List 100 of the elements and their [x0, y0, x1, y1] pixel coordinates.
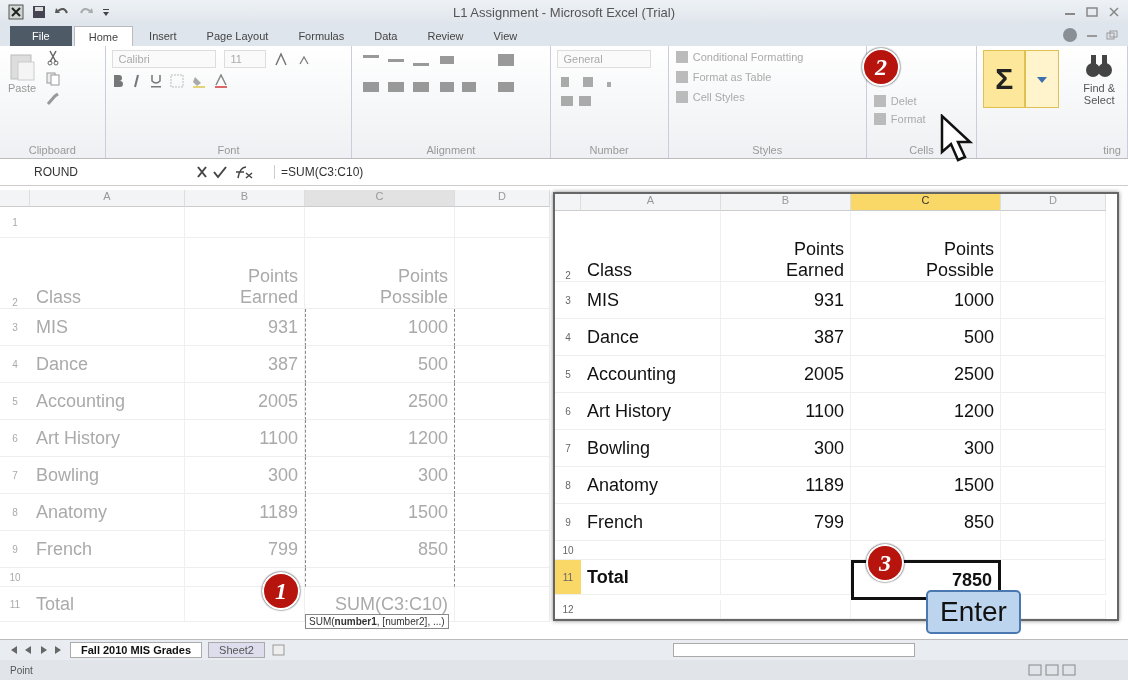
row-header[interactable]: 2 [0, 238, 30, 309]
column-header[interactable]: C [851, 194, 1001, 211]
underline-icon[interactable] [149, 74, 162, 88]
row-header[interactable]: 11 [0, 587, 30, 622]
table-cell: 850 [305, 531, 455, 568]
font-color-icon[interactable] [213, 74, 228, 88]
row-header[interactable]: 6 [555, 393, 581, 430]
italic-icon[interactable] [131, 74, 142, 88]
column-header[interactable]: C [305, 190, 455, 207]
table-cell: Class [581, 211, 721, 282]
table-cell: 500 [305, 346, 455, 383]
restore-icon[interactable] [1106, 30, 1118, 40]
table-cell: 1500 [851, 467, 1001, 504]
autosum-button[interactable]: Σ [983, 50, 1026, 108]
name-box[interactable]: ROUND [4, 165, 184, 179]
table-cell: French [581, 504, 721, 541]
cells-menu-button[interactable]: Format [872, 112, 926, 126]
table-cell: 1100 [721, 393, 851, 430]
enter-key-label: Enter [926, 590, 1021, 634]
maximize-icon[interactable] [1086, 7, 1098, 17]
copy-icon[interactable] [46, 72, 63, 86]
step-badge: 1 [262, 572, 300, 610]
font-name-field[interactable]: Calibri [111, 50, 216, 68]
styles-menu-button[interactable]: Conditional Formatting [674, 50, 804, 64]
cut-icon[interactable] [46, 50, 61, 66]
row-header[interactable]: 12 [555, 600, 581, 619]
brush-icon[interactable] [46, 92, 61, 106]
row-header[interactable]: 3 [555, 282, 581, 319]
customize-toolbar-icon[interactable] [102, 7, 110, 17]
table-cell: 1200 [851, 393, 1001, 430]
ribbon-tab[interactable]: Review [413, 26, 478, 46]
row-header[interactable]: 6 [0, 420, 30, 457]
new-sheet-icon[interactable] [270, 643, 287, 657]
table-cell: French [30, 531, 185, 568]
column-header[interactable]: D [455, 190, 550, 207]
select-all-corner[interactable] [555, 194, 581, 211]
row-header[interactable]: 2 [555, 211, 581, 282]
row-header[interactable]: 7 [555, 430, 581, 467]
table-cell: 1100 [185, 420, 305, 457]
font-size-field[interactable]: 11 [223, 50, 266, 68]
horizontal-scrollbar[interactable] [672, 643, 915, 657]
row-header[interactable]: 9 [555, 504, 581, 541]
column-header[interactable]: B [721, 194, 851, 211]
row-header[interactable]: 8 [0, 494, 30, 531]
row-header[interactable]: 10 [0, 568, 30, 587]
table-cell: Total [30, 587, 185, 622]
table-cell: Class [30, 238, 185, 309]
group-label: Number [588, 144, 630, 156]
fill-color-icon[interactable] [191, 74, 206, 88]
table-cell: 1189 [185, 494, 305, 531]
table-cell: 2005 [185, 383, 305, 420]
row-header[interactable]: 11 [555, 560, 581, 595]
ribbon-tab[interactable]: Page Layout [192, 26, 283, 46]
number-format-field[interactable]: General [556, 50, 651, 68]
row-header[interactable]: 4 [0, 346, 30, 383]
column-header[interactable]: B [185, 190, 305, 207]
styles-menu-button[interactable]: Cell Styles [674, 90, 745, 104]
table-cell: MIS [30, 309, 185, 346]
ribbon-tab[interactable]: Data [360, 26, 412, 46]
ribbon-tab[interactable]: File [10, 26, 72, 46]
ribbon-tab[interactable]: Home [73, 26, 134, 46]
row-header[interactable]: 3 [0, 309, 30, 346]
sheet-tab[interactable]: Fall 2010 MIS Grades [70, 642, 203, 658]
view-buttons-icon[interactable] [1028, 664, 1078, 676]
column-header[interactable]: A [30, 190, 185, 207]
row-header[interactable]: 5 [555, 356, 581, 393]
group-label: Styles [751, 144, 784, 156]
table-cell: 850 [851, 504, 1001, 541]
ribbon-tab[interactable]: View [479, 26, 532, 46]
clipboard-icon [8, 52, 37, 82]
select-all-corner[interactable] [0, 190, 30, 207]
find-select-button[interactable]: Find & Select [1081, 50, 1118, 108]
ribbon-tab[interactable]: Formulas [284, 26, 359, 46]
cells-menu-button[interactable]: Delet [872, 94, 917, 108]
sheet-tab[interactable]: Sheet2 [208, 642, 265, 658]
save-icon[interactable] [32, 5, 46, 19]
bold-icon[interactable] [111, 74, 124, 88]
row-header[interactable]: 8 [555, 467, 581, 504]
table-cell: 1189 [721, 467, 851, 504]
table-cell: 931 [185, 309, 305, 346]
excel-logo-icon[interactable] [8, 4, 24, 20]
ribbon-tab[interactable]: Insert [135, 26, 191, 46]
row-header[interactable]: 9 [0, 531, 30, 568]
table-cell: 300 [185, 457, 305, 494]
row-header[interactable]: 1 [0, 207, 30, 238]
close-icon[interactable] [1108, 7, 1120, 17]
cells-icon [872, 94, 887, 108]
paste-button[interactable]: Paste [6, 50, 39, 96]
row-header[interactable]: 7 [0, 457, 30, 494]
table-cell: 1500 [305, 494, 455, 531]
row-header[interactable]: 4 [555, 319, 581, 356]
grow-font-icon[interactable] [273, 52, 290, 66]
row-header[interactable]: 5 [0, 383, 30, 420]
table-cell: Art History [581, 393, 721, 430]
column-header[interactable]: A [581, 194, 721, 211]
column-header[interactable]: D [1001, 194, 1106, 211]
styles-menu-button[interactable]: Format as Table [674, 70, 772, 84]
style-icon [674, 50, 689, 64]
formula-field[interactable]: =SUM(C3:C10) [274, 165, 1124, 179]
autosum-dropdown-button[interactable] [1025, 50, 1060, 108]
